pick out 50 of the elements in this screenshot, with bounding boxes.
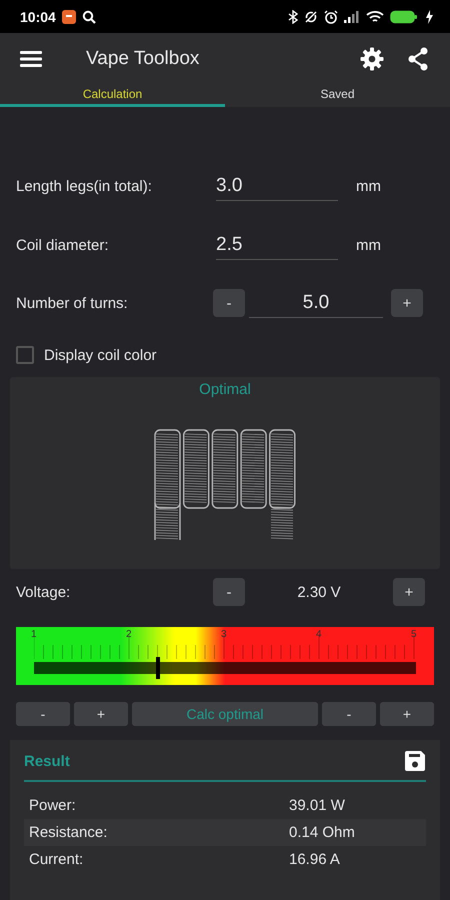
wifi-icon bbox=[366, 10, 384, 24]
app-title: Vape Toolbox bbox=[86, 48, 200, 70]
checkbox-label: Display coil color bbox=[44, 346, 157, 364]
scale-label: 5 bbox=[411, 629, 417, 640]
coil-status: Optimal bbox=[199, 381, 251, 398]
minus-button[interactable]: - bbox=[213, 578, 245, 606]
input-field[interactable]: 2.5 bbox=[216, 231, 338, 260]
app-notification-icon bbox=[62, 10, 76, 24]
unit-label: mm bbox=[356, 178, 381, 195]
voltage-value: 2.30 V bbox=[296, 584, 342, 600]
result-value: 16.96 A bbox=[289, 851, 340, 868]
result-label: Current: bbox=[29, 851, 84, 868]
status-time: 10:04 bbox=[20, 8, 56, 25]
result-label: Resistance: bbox=[29, 824, 108, 841]
plus-button[interactable]: + bbox=[393, 578, 425, 606]
save-icon[interactable] bbox=[404, 750, 426, 772]
signal-icon bbox=[344, 10, 360, 23]
scale-label: 4 bbox=[316, 629, 322, 640]
scale-label: 3 bbox=[221, 629, 227, 640]
alarm-icon bbox=[324, 10, 338, 24]
minus-button[interactable]: - bbox=[16, 702, 70, 726]
tab[interactable]: Saved bbox=[225, 84, 450, 107]
tab[interactable]: Calculation bbox=[0, 84, 225, 107]
plus-button[interactable]: + bbox=[380, 702, 434, 726]
unit-label: mm bbox=[356, 237, 381, 254]
result-label: Power: bbox=[29, 797, 77, 814]
menu-icon[interactable] bbox=[20, 50, 42, 68]
settings-icon[interactable] bbox=[360, 46, 384, 71]
result-value: 39.01 W bbox=[289, 797, 345, 814]
plus-button[interactable]: + bbox=[391, 289, 423, 317]
meter-thumb[interactable] bbox=[156, 657, 160, 679]
checkbox[interactable] bbox=[16, 346, 34, 364]
scale-label: 1 bbox=[31, 629, 37, 640]
result-title: Result bbox=[24, 752, 70, 770]
input-field[interactable]: 5.0 bbox=[249, 288, 383, 318]
bluetooth-icon bbox=[288, 10, 298, 24]
battery-icon bbox=[390, 10, 418, 24]
minus-button[interactable]: - bbox=[213, 289, 245, 317]
scale-label: 2 bbox=[126, 629, 132, 640]
field-label: Length legs(in total): bbox=[16, 178, 153, 195]
input-field[interactable]: 3.0 bbox=[216, 172, 338, 201]
search-icon bbox=[82, 10, 96, 24]
plus-button[interactable]: + bbox=[74, 702, 128, 726]
share-icon[interactable] bbox=[406, 46, 430, 71]
minus-button[interactable]: - bbox=[322, 702, 376, 726]
field-label: Coil diameter: bbox=[16, 237, 110, 254]
result-value: 0.14 Ohm bbox=[289, 824, 355, 841]
field-label: Voltage: bbox=[16, 584, 72, 600]
field-label: Number of turns: bbox=[16, 294, 129, 312]
charging-icon bbox=[424, 10, 434, 24]
